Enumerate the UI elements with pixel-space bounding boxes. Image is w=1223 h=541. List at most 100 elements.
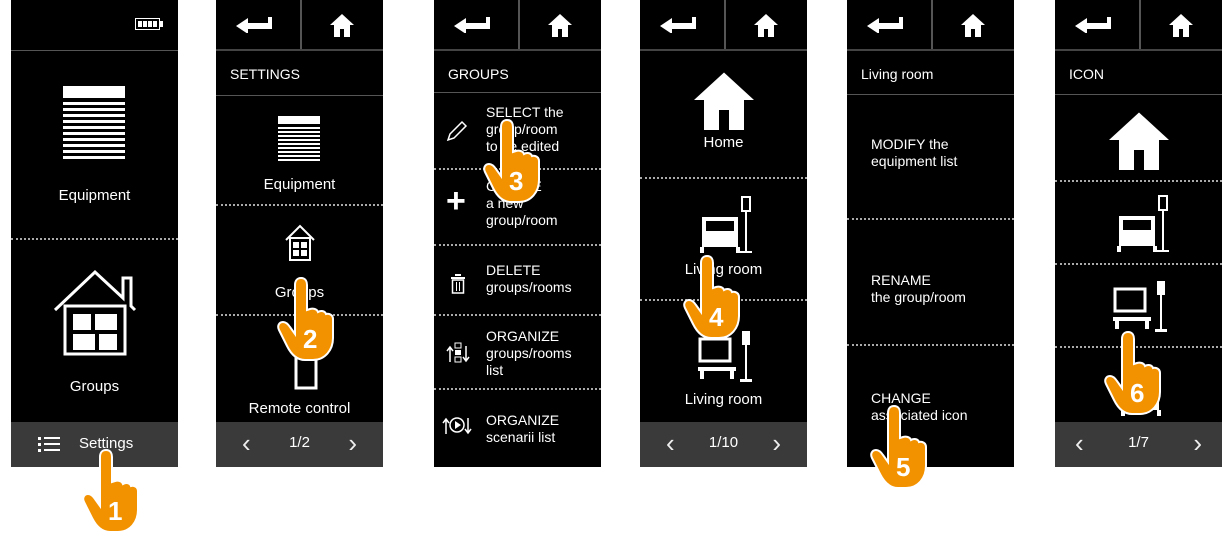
pager: ‹ 1/2 ›	[216, 422, 383, 467]
living-room-label-2: Living room	[684, 391, 763, 408]
organize-groups-line1: ORGANIZE	[486, 328, 560, 344]
step-number-3: 3	[509, 166, 524, 196]
home-button[interactable]	[724, 0, 807, 49]
list-icon	[38, 437, 60, 452]
back-button[interactable]	[434, 0, 517, 49]
equipment-label: Equipment	[263, 176, 336, 193]
step-number-2: 2	[303, 324, 318, 354]
modify-line2: equipment list	[871, 153, 958, 169]
house-icon	[694, 72, 754, 130]
home-icon	[548, 14, 572, 37]
equipment-item[interactable]: Equipment	[216, 96, 383, 204]
nav-bar	[216, 0, 383, 51]
rename-line2: the group/room	[871, 289, 966, 305]
delete-line2: groups/rooms	[486, 279, 572, 295]
tap-hand-step-4: 4	[683, 254, 741, 347]
back-button[interactable]	[1055, 0, 1138, 49]
tap-hand-step-6: 6	[1104, 330, 1162, 423]
delete-line1: DELETE	[486, 262, 541, 278]
organize-groups-row[interactable]: ORGANIZE groups/rooms list	[434, 316, 601, 386]
delete-groups-row[interactable]: DELETE groups/rooms	[434, 246, 601, 312]
back-arrow-icon	[660, 17, 696, 33]
create-line3: group/room	[486, 212, 558, 228]
chevron-right-icon[interactable]: ›	[772, 430, 781, 456]
tap-hand-step-2: 2	[277, 276, 335, 369]
sort-scenarii-icon	[442, 417, 472, 435]
page-title: GROUPS	[448, 66, 509, 82]
pencil-icon	[446, 120, 468, 142]
back-arrow-icon	[1075, 17, 1111, 33]
nav-bar	[434, 0, 601, 51]
house-groups-icon	[53, 269, 137, 356]
page-title: Living room	[861, 66, 934, 82]
chevron-right-icon[interactable]: ›	[348, 430, 357, 456]
home-icon	[754, 14, 778, 37]
rename-line1: RENAME	[871, 272, 931, 288]
sofa-lamp-icon	[700, 196, 752, 253]
status-bar	[11, 0, 178, 49]
home-button[interactable]	[931, 0, 1014, 49]
blind-icon	[278, 116, 320, 161]
tap-hand-step-3: 3	[483, 118, 541, 211]
home-icon	[1169, 14, 1193, 37]
screen-groups: GROUPS SELECT the group/room to be edite…	[434, 0, 601, 467]
icon-option-house[interactable]	[1055, 96, 1222, 180]
organize-scenarii-line2: scenarii list	[486, 429, 556, 445]
chevron-right-icon[interactable]: ›	[1193, 430, 1202, 456]
nav-bar	[847, 0, 1014, 51]
pager: ‹ 1/7 ›	[1055, 422, 1222, 467]
home-icon	[330, 14, 354, 37]
screen-main-menu: Equipment Groups Settings	[11, 0, 178, 467]
sort-list-icon	[446, 342, 470, 363]
back-button[interactable]	[847, 0, 930, 49]
back-button[interactable]	[640, 0, 723, 49]
plus-icon: +	[446, 182, 466, 220]
sofa-lamp-icon	[1117, 195, 1169, 252]
house-icon	[1109, 112, 1169, 170]
equipment-label: Equipment	[58, 187, 131, 204]
remote-control-label: Remote control	[248, 400, 351, 417]
group-item-home[interactable]: Home	[640, 52, 807, 176]
page-indicator: 1/2	[289, 434, 310, 451]
organize-groups-line3: list	[486, 362, 504, 378]
groups-tile[interactable]: Groups	[11, 240, 178, 420]
icon-option-sofa-lamp[interactable]	[1055, 182, 1222, 262]
organize-scenarii-row[interactable]: ORGANIZE scenarii list	[434, 390, 601, 450]
equipment-tile[interactable]: Equipment	[11, 52, 178, 235]
groups-label: Groups	[69, 378, 120, 395]
step-number-5: 5	[896, 452, 911, 482]
back-arrow-icon	[454, 17, 490, 33]
tv-lamp-icon	[1113, 281, 1167, 332]
home-button[interactable]	[1139, 0, 1222, 49]
modify-line1: MODIFY the	[871, 136, 949, 152]
page-indicator: 1/10	[708, 434, 739, 451]
home-button[interactable]	[300, 0, 383, 49]
screen-group-edit: Living room MODIFY the equipment list RE…	[847, 0, 1014, 467]
battery-icon	[135, 18, 163, 30]
back-arrow-icon	[867, 17, 903, 33]
organize-groups-line2: groups/rooms	[486, 345, 572, 361]
modify-equipment-option[interactable]: MODIFY the equipment list	[871, 136, 957, 170]
trash-icon	[451, 274, 465, 294]
tap-hand-step-1: 1	[82, 448, 140, 541]
nav-bar	[640, 0, 807, 51]
nav-bar	[1055, 0, 1222, 51]
tap-hand-step-5: 5	[870, 404, 928, 497]
screen-group-list: Home Living room Living room ‹ 1/10 ›	[640, 0, 807, 467]
page-title: ICON	[1069, 66, 1104, 82]
back-button[interactable]	[216, 0, 299, 49]
home-label: Home	[703, 134, 744, 151]
rename-group-option[interactable]: RENAME the group/room	[871, 272, 966, 306]
home-button[interactable]	[518, 0, 601, 49]
step-number-4: 4	[709, 302, 724, 332]
pager: ‹ 1/10 ›	[640, 422, 807, 467]
step-number-1: 1	[108, 496, 123, 526]
back-arrow-icon	[236, 17, 272, 33]
home-icon	[961, 14, 985, 37]
blind-icon	[63, 86, 125, 159]
page-title: SETTINGS	[230, 66, 301, 82]
house-groups-icon	[285, 224, 315, 261]
screen-settings: SETTINGS Equipment Groups Remote control…	[216, 0, 383, 467]
step-number-6: 6	[1130, 378, 1145, 408]
organize-scenarii-line1: ORGANIZE	[486, 412, 560, 428]
